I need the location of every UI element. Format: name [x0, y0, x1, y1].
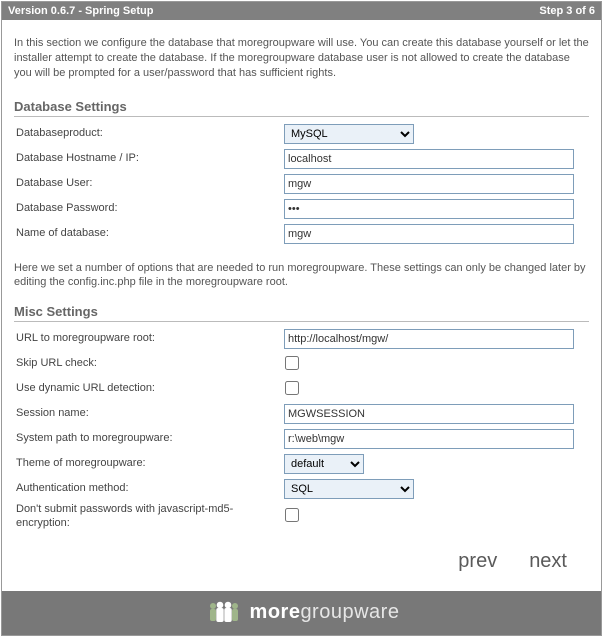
installer-window: Version 0.6.7 - Spring Setup Step 3 of 6… [1, 1, 602, 636]
prev-link[interactable]: prev [458, 550, 497, 573]
label-md5: Don't submit passwords with javascript-m… [14, 503, 284, 531]
row-sys-path: System path to moregroupware: [14, 428, 589, 450]
footer-bar: moregroupware [2, 591, 601, 635]
row-db-pass: Database Password: [14, 198, 589, 220]
label-db-pass: Database Password: [14, 202, 284, 216]
titlebar: Version 0.6.7 - Spring Setup Step 3 of 6 [2, 2, 601, 20]
label-skip-url: Skip URL check: [14, 357, 284, 371]
input-sys-path[interactable] [284, 429, 574, 449]
row-auth-method: Authentication method: SQL [14, 478, 589, 500]
db-intro-text: In this section we configure the databas… [14, 36, 589, 81]
input-db-user[interactable] [284, 174, 574, 194]
label-sys-path: System path to moregroupware: [14, 432, 284, 446]
footer-brand: moregroupware [250, 601, 400, 624]
select-auth-method[interactable]: SQL [284, 479, 414, 499]
row-session-name: Session name: [14, 403, 589, 425]
input-db-host[interactable] [284, 149, 574, 169]
db-settings-heading: Database Settings [14, 99, 589, 117]
input-url-root[interactable] [284, 329, 574, 349]
title-left: Version 0.6.7 - Spring Setup [8, 5, 153, 17]
row-db-user: Database User: [14, 173, 589, 195]
input-db-name[interactable] [284, 224, 574, 244]
nav-row: prev next [14, 534, 589, 587]
label-db-product: Databaseproduct: [14, 127, 284, 141]
row-db-host: Database Hostname / IP: [14, 148, 589, 170]
misc-settings-heading: Misc Settings [14, 304, 589, 322]
label-url-root: URL to moregroupware root: [14, 332, 284, 346]
row-theme: Theme of moregroupware: default [14, 453, 589, 475]
row-url-root: URL to moregroupware root: [14, 328, 589, 350]
label-dyn-url: Use dynamic URL detection: [14, 382, 284, 396]
misc-intro-text: Here we set a number of options that are… [14, 261, 589, 291]
label-auth-method: Authentication method: [14, 482, 284, 496]
checkbox-md5[interactable] [285, 508, 299, 522]
footer-brand-light: groupware [300, 601, 399, 623]
select-db-product[interactable]: MySQL [284, 124, 414, 144]
row-db-product: Databaseproduct: MySQL [14, 123, 589, 145]
people-icon [204, 598, 244, 628]
row-db-name: Name of database: [14, 223, 589, 245]
label-db-user: Database User: [14, 177, 284, 191]
content-area: In this section we configure the databas… [2, 20, 601, 591]
title-step: Step 3 of 6 [539, 5, 595, 17]
checkbox-skip-url[interactable] [285, 356, 299, 370]
footer-brand-bold: more [250, 601, 301, 623]
next-link[interactable]: next [529, 550, 567, 573]
label-db-name: Name of database: [14, 227, 284, 241]
select-theme[interactable]: default [284, 454, 364, 474]
label-db-host: Database Hostname / IP: [14, 152, 284, 166]
label-session-name: Session name: [14, 407, 284, 421]
checkbox-dyn-url[interactable] [285, 381, 299, 395]
row-skip-url: Skip URL check: [14, 353, 589, 375]
row-md5: Don't submit passwords with javascript-m… [14, 503, 589, 531]
label-theme: Theme of moregroupware: [14, 457, 284, 471]
row-dyn-url: Use dynamic URL detection: [14, 378, 589, 400]
input-db-pass[interactable] [284, 199, 574, 219]
input-session-name[interactable] [284, 404, 574, 424]
